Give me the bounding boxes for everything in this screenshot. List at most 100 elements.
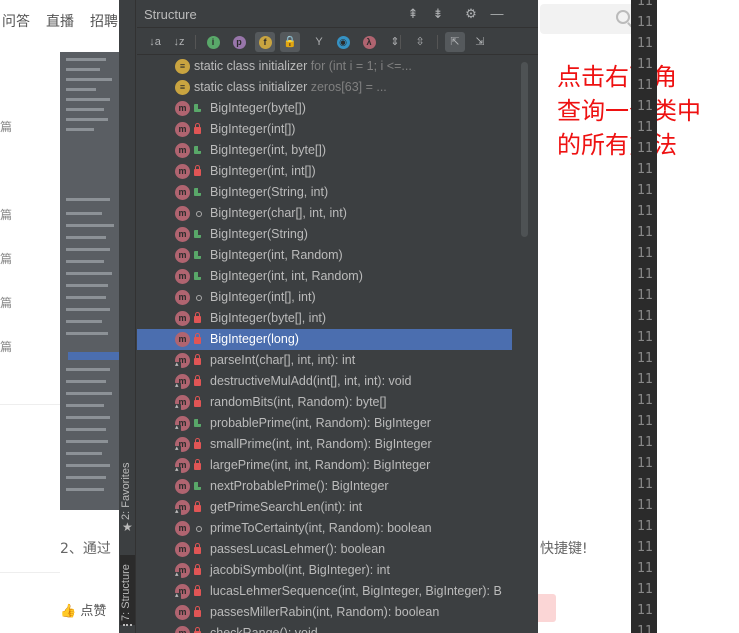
autoscroll-from-source-button[interactable]: ⇲ [470, 32, 490, 52]
show-inherited-button[interactable]: i [203, 32, 223, 52]
nav-link-jobs[interactable]: 招聘 [90, 11, 118, 31]
structure-item[interactable]: m BigInteger(int, int[]) [137, 161, 512, 182]
class-initializer-icon: ≡ [175, 59, 190, 74]
expand-all-button[interactable]: ⇕ [385, 32, 405, 52]
minimize-icon[interactable]: — [489, 6, 505, 22]
expand-all-icon[interactable]: ⇞ [405, 6, 421, 22]
line-number: 11 [637, 225, 653, 240]
structure-item[interactable]: m BigInteger(byte[], int) [137, 308, 512, 329]
sort-alpha-button[interactable]: ↓z [169, 32, 189, 52]
line-number: 11 [637, 309, 653, 324]
method-icon: m [175, 479, 190, 494]
vertical-scrollbar[interactable] [521, 62, 528, 237]
static-marker-icon: ▴ [175, 508, 181, 515]
collapse-all-button[interactable]: ⇳ [410, 32, 430, 52]
structure-item[interactable]: m BigInteger(int, Random) [137, 245, 512, 266]
search-icon[interactable] [616, 10, 630, 24]
like-button[interactable]: 👍 点赞 [60, 600, 106, 619]
show-hierarchy-button[interactable]: Y [309, 32, 329, 52]
structure-item[interactable]: m BigInteger(String, int) [137, 182, 512, 203]
method-icon: m [175, 185, 190, 200]
structure-item-label: BigInteger(long) [210, 332, 299, 346]
structure-item[interactable]: ≡ static class initializer zeros[63] = ..… [137, 77, 512, 98]
package-visibility-icon [196, 526, 202, 532]
method-icon: m [175, 227, 190, 242]
line-number: 11 [637, 393, 653, 408]
private-lock-icon [194, 354, 201, 365]
structure-item[interactable]: m BigInteger(int[], int) [137, 287, 512, 308]
structure-item-label: randomBits(int, Random): byte[] [210, 395, 387, 409]
nav-link-live[interactable]: 直播 [46, 11, 74, 31]
gear-icon[interactable]: ⚙ [463, 6, 479, 22]
structure-item[interactable]: m BigInteger(int[]) [137, 119, 512, 140]
private-lock-icon [194, 333, 201, 344]
private-lock-icon [194, 123, 201, 134]
method-icon: m [175, 248, 190, 263]
structure-item[interactable]: ≡ static class initializer for (int i = 1… [137, 56, 512, 77]
show-lambdas-button[interactable]: λ [359, 32, 379, 52]
method-icon: m [175, 332, 190, 347]
private-lock-icon [194, 312, 201, 323]
public-visibility-icon [194, 272, 201, 280]
structure-item[interactable]: m ▴ destructiveMulAdd(int[], int, int): vo… [137, 371, 512, 392]
structure-item[interactable]: m passesLucasLehmer(): boolean [137, 539, 512, 560]
tool-window-strip: 2: Favorites ★ 7: Structure [119, 0, 136, 633]
show-fields-button[interactable]: f [255, 32, 275, 52]
structure-item[interactable]: m ▴ randomBits(int, Random): byte[] [137, 392, 512, 413]
structure-item[interactable]: m ▴ probablePrime(int, Random): BigInteger [137, 413, 512, 434]
panel-title: Structure [144, 7, 197, 22]
show-anonymous-button[interactable]: ◉ [333, 32, 353, 52]
structure-item[interactable]: m passesMillerRabin(int, Random): boolean [137, 602, 512, 623]
structure-item[interactable]: m ▴ parseInt(char[], int, int): int [137, 350, 512, 371]
line-number: 11 [637, 267, 653, 282]
line-number: 11 [637, 456, 653, 471]
line-number: 11 [637, 624, 653, 633]
structure-item[interactable]: m BigInteger(int, int, Random) [137, 266, 512, 287]
structure-item[interactable]: m ▴ smallPrime(int, int, Random): BigInteg… [137, 434, 512, 455]
structure-item-label: primeToCertainty(int, Random): boolean [210, 521, 432, 535]
method-icon: m [175, 311, 190, 326]
line-number: 11 [637, 561, 653, 576]
structure-item[interactable]: m BigInteger(int, byte[]) [137, 140, 512, 161]
method-icon: m [175, 122, 190, 137]
private-lock-icon [194, 459, 201, 470]
method-icon: m [175, 290, 190, 305]
structure-item-selected[interactable]: m BigInteger(long) [137, 329, 512, 350]
autoscroll-to-source-button[interactable]: ⇱ [445, 32, 465, 52]
collapse-all-icon[interactable]: ⇟ [430, 6, 446, 22]
toolbar-separator [437, 35, 438, 49]
show-inherited-icon: i [206, 36, 220, 49]
line-number: 11 [637, 0, 653, 9]
structure-item[interactable]: m ▴ lucasLehmerSequence(int, BigInteger, B… [137, 581, 512, 602]
article-text: 快捷键! [540, 541, 588, 557]
structure-item-label: lucasLehmerSequence(int, BigInteger, Big… [210, 584, 502, 598]
public-visibility-icon [194, 230, 201, 238]
static-marker-icon: ▴ [175, 592, 181, 599]
line-number: 11 [637, 519, 653, 534]
toolbar-separator [400, 35, 401, 49]
structure-item-label: BigInteger(String, int) [210, 185, 329, 199]
structure-item[interactable]: m checkRange(): void [137, 623, 512, 633]
structure-item[interactable]: m BigInteger(byte[]) [137, 98, 512, 119]
sort-by-visibility-button[interactable]: ↓a [145, 32, 165, 52]
method-icon: m [175, 269, 190, 284]
structure-item[interactable]: m BigInteger(char[], int, int) [137, 203, 512, 224]
structure-item[interactable]: m ▴ getPrimeSearchLen(int): int [137, 497, 512, 518]
nav-link-qa[interactable]: 问答 [2, 11, 30, 31]
structure-item[interactable]: m nextProbablePrime(): BigInteger [137, 476, 512, 497]
favorites-tool-tab[interactable]: 2: Favorites [120, 460, 135, 520]
line-number: 11 [637, 183, 653, 198]
structure-item[interactable]: m ▴ largePrime(int, int, Random): BigInteg… [137, 455, 512, 476]
structure-item-label: smallPrime(int, int, Random): BigInteger [210, 437, 432, 451]
structure-item[interactable]: m BigInteger(String) [137, 224, 512, 245]
structure-tool-tab[interactable]: 7: Structure [120, 555, 135, 625]
structure-item-label: BigInteger(char[], int, int) [210, 206, 347, 220]
initializer-preview: for (int i = 1; i <=... [310, 59, 412, 73]
sidebar-label: 篇 [0, 208, 13, 222]
structure-item-label: BigInteger(byte[]) [210, 101, 306, 115]
structure-item[interactable]: m primeToCertainty(int, Random): boolean [137, 518, 512, 539]
public-visibility-icon [194, 188, 201, 196]
show-non-public-button[interactable]: 🔒 [280, 32, 300, 52]
structure-item[interactable]: m ▴ jacobiSymbol(int, BigInteger): int [137, 560, 512, 581]
show-properties-button[interactable]: p [229, 32, 249, 52]
